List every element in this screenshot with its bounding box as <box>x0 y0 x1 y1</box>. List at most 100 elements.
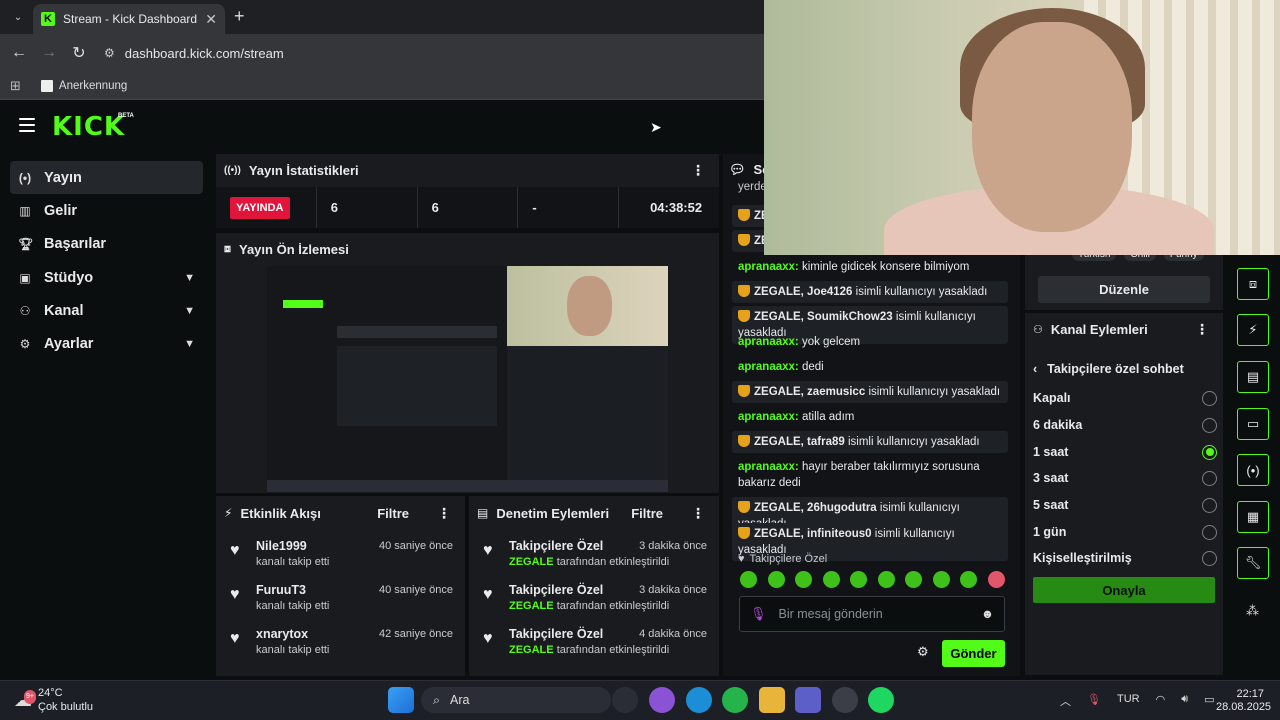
chat-settings-gear-icon[interactable]: ⚙ <box>917 644 929 660</box>
chevron-down-icon[interactable]: ▼ <box>184 272 195 284</box>
emote-icon[interactable] <box>932 571 950 588</box>
chat-username[interactable]: apranaaxx: <box>738 461 799 473</box>
emote-icon[interactable] <box>822 571 840 588</box>
radio-option[interactable]: 1 saat <box>1033 440 1217 464</box>
taskbar-search[interactable]: ⌕ Ara <box>421 687 611 713</box>
sidebar-item-basarilar[interactable]: 🏆︎ Başarılar <box>10 227 203 260</box>
chat-target-user[interactable]: infiniteous0 <box>807 528 872 540</box>
moderator-name[interactable]: ZEGALE <box>509 600 554 612</box>
emote-icon[interactable] <box>767 571 785 588</box>
chat-mod-name[interactable]: ZEGALE, <box>754 502 804 514</box>
site-info-icon[interactable]: ⚙ <box>104 46 115 60</box>
sidebar-item-kanal[interactable]: ⚇ Kanal ▼ <box>10 294 203 327</box>
radio-button[interactable] <box>1202 497 1217 513</box>
radio-button[interactable] <box>1202 550 1217 566</box>
microphone-icon[interactable]: 🎙︎ <box>1087 693 1101 709</box>
document-icon[interactable]: ▤ <box>1237 361 1269 393</box>
more-options-icon[interactable]: ⋮ <box>691 162 705 179</box>
radio-option[interactable]: Kişiselleştirilmiş <box>1033 546 1217 570</box>
confirm-button[interactable]: Onayla <box>1033 577 1215 603</box>
emote-icon[interactable] <box>987 571 1005 588</box>
radio-button[interactable] <box>1202 390 1217 406</box>
nodes-icon[interactable]: ⁂ <box>1246 603 1259 619</box>
emote-icon[interactable] <box>740 571 757 588</box>
radio-option[interactable]: 1 gün <box>1033 520 1217 544</box>
teams-app-icon[interactable] <box>795 687 821 713</box>
obs-app-icon[interactable] <box>832 687 858 713</box>
send-button[interactable]: Gönder <box>942 640 1005 667</box>
chevron-down-icon[interactable]: ▼ <box>184 305 195 317</box>
radio-option[interactable]: 6 dakika <box>1033 413 1217 437</box>
emote-icon[interactable] <box>795 571 813 588</box>
kick-logo[interactable]: KICK <box>52 112 125 142</box>
more-options-icon[interactable]: ⋮ <box>691 505 705 522</box>
chat-mod-name[interactable]: ZEGALE, <box>754 528 804 540</box>
weather-widget[interactable]: ☁ 9+ 24°C Çok bulutlu <box>14 686 93 714</box>
tab-search-chevron-icon[interactable]: ⌄ <box>8 8 28 26</box>
microphone-icon[interactable]: 🎙︎ <box>750 606 767 622</box>
back-to-actions[interactable]: ‹ Takipçilere özel sohbet <box>1033 362 1184 376</box>
back-arrow-icon[interactable]: ← <box>4 44 34 62</box>
copilot-app-icon[interactable] <box>649 687 675 713</box>
new-tab-plus-icon[interactable]: + <box>234 6 245 27</box>
address-bar[interactable]: ⚙ dashboard.kick.com/stream <box>104 40 764 66</box>
file-explorer-icon[interactable] <box>759 687 785 713</box>
emote-icon[interactable] <box>960 571 978 588</box>
chat-mod-name[interactable]: ZEGALE, <box>754 436 804 448</box>
emote-icon[interactable] <box>877 571 895 588</box>
more-options-icon[interactable]: ⋮ <box>437 505 451 522</box>
reload-icon[interactable]: ↻ <box>64 43 94 63</box>
hamburger-menu-icon[interactable] <box>19 118 35 132</box>
chat-message-input[interactable]: 🎙︎ Bir mesaj gönderin ☻ <box>739 596 1005 632</box>
browser-tab[interactable]: K Stream - Kick Dashboard ✕ <box>33 4 225 34</box>
chat-username[interactable]: apranaaxx: <box>738 336 799 348</box>
emote-icon[interactable] <box>905 571 923 588</box>
chat-mod-name[interactable]: ZEGALE, <box>754 386 804 398</box>
radio-option[interactable]: 5 saat <box>1033 493 1217 517</box>
tab-close-icon[interactable]: ✕ <box>205 11 217 28</box>
language-indicator[interactable]: TUR <box>1117 693 1140 709</box>
whatsapp-app-icon[interactable] <box>722 687 748 713</box>
moderator-name[interactable]: ZEGALE <box>509 644 554 656</box>
edit-button[interactable]: Düzenle <box>1038 276 1210 303</box>
chat-target-user[interactable]: 26hugodutra <box>807 502 877 514</box>
apps-grid-icon[interactable]: ⊞ <box>10 78 21 94</box>
chat-target-user[interactable]: SoumikChow23 <box>807 311 893 323</box>
more-options-icon[interactable]: ⋮ <box>1195 321 1209 338</box>
sidebar-item-gelir[interactable]: ▥ Gelir <box>10 194 203 227</box>
radio-button[interactable] <box>1202 470 1217 486</box>
filter-button[interactable]: Filtre <box>377 506 409 521</box>
stream-preview-video[interactable] <box>267 266 668 492</box>
preview-icon[interactable]: ⧈ <box>1237 268 1269 300</box>
emote-icon[interactable] <box>850 571 868 588</box>
taskbar-clock[interactable]: 22:17 28.08.2025 <box>1216 688 1271 714</box>
chrome-app-icon[interactable] <box>612 687 638 713</box>
broadcast-icon[interactable]: (•) <box>1237 454 1269 486</box>
chevron-up-icon[interactable]: ︿ <box>1060 693 1071 709</box>
wrench-icon[interactable]: 🔧︎ <box>1237 547 1269 579</box>
wifi-icon[interactable]: ◠ <box>1156 693 1166 709</box>
radio-button[interactable] <box>1202 524 1217 540</box>
camera-switch-icon[interactable]: ▦ <box>1237 501 1269 533</box>
sidebar-item-studyo[interactable]: ▣ Stüdyo ▼ <box>10 261 203 294</box>
lightning-icon[interactable]: ⚡︎ <box>1237 314 1269 346</box>
forward-arrow-icon[interactable]: → <box>34 44 64 62</box>
sidebar-item-yayin[interactable]: (•) Yayın <box>10 161 203 194</box>
radio-option[interactable]: Kapalı <box>1033 386 1217 410</box>
chevron-down-icon[interactable]: ▼ <box>184 338 195 350</box>
emoji-icon[interactable]: ☻ <box>981 607 994 621</box>
radio-button-selected[interactable] <box>1202 444 1217 460</box>
radio-button[interactable] <box>1202 417 1217 433</box>
radio-option[interactable]: 3 saat <box>1033 466 1217 490</box>
chat-target-user[interactable]: zaemusicc <box>807 386 865 398</box>
bookmark-item[interactable]: Anerkennung <box>40 79 127 92</box>
volume-icon[interactable]: 🔊︎ <box>1181 693 1188 709</box>
spotify-app-icon[interactable] <box>868 687 894 713</box>
sidebar-item-ayarlar[interactable]: ⚙ Ayarlar ▼ <box>10 327 203 360</box>
chat-username[interactable]: apranaaxx: <box>738 361 799 373</box>
battery-icon[interactable]: ▭ <box>1204 693 1214 709</box>
chat-username[interactable]: apranaaxx: <box>738 261 799 273</box>
moderator-name[interactable]: ZEGALE <box>509 556 554 568</box>
chat-username[interactable]: apranaaxx: <box>738 411 799 423</box>
chat-mod-name[interactable]: ZEGALE, <box>754 286 804 298</box>
